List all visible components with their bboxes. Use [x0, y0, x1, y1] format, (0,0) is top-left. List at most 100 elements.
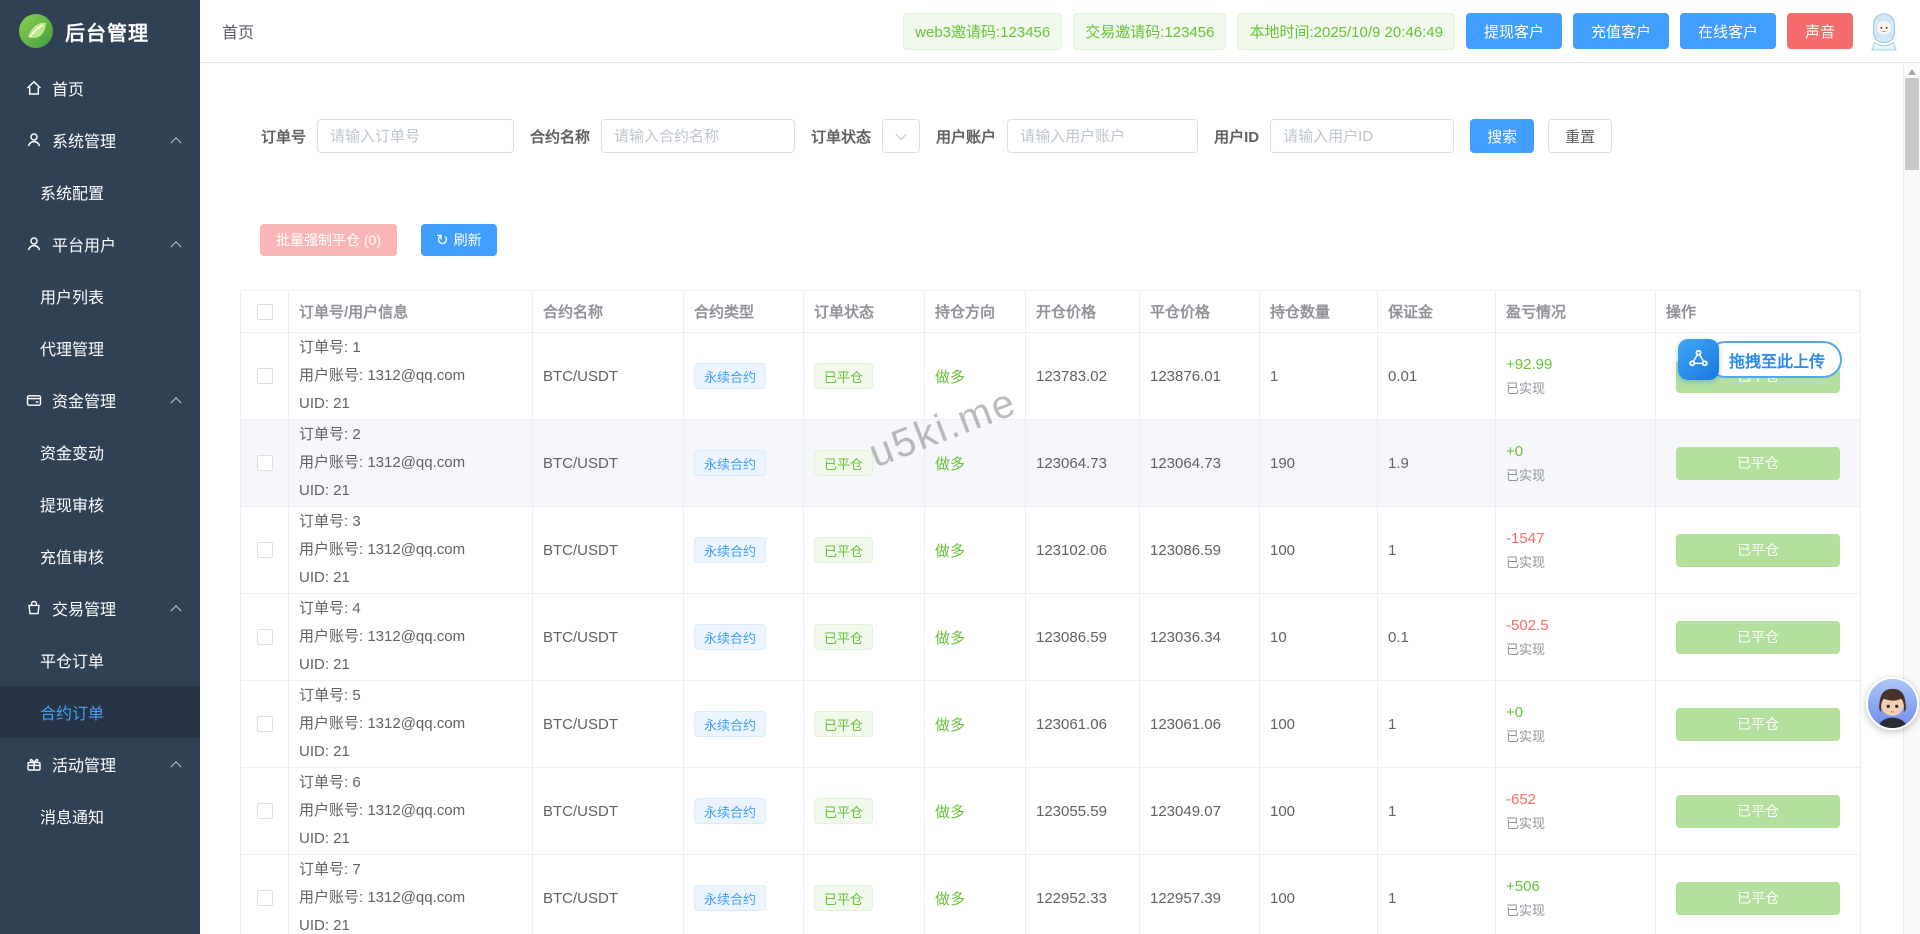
batch-force-close-button[interactable]: 批量强制平仓 (0) — [260, 224, 397, 256]
filter-label: 订单状态 — [811, 126, 871, 147]
quantity-cell: 100 — [1260, 768, 1378, 854]
row-checkbox[interactable] — [257, 629, 273, 645]
topbar-button[interactable]: 在线客户 — [1680, 13, 1776, 49]
user-id-input[interactable] — [1270, 119, 1454, 153]
row-checkbox[interactable] — [257, 368, 273, 384]
operation-cell: 已平仓 — [1656, 594, 1860, 680]
pnl-cell: -1547 已实现 — [1496, 507, 1656, 593]
contract-type-cell: 永续合约 — [684, 681, 804, 767]
order-status-select[interactable] — [882, 119, 920, 153]
close-position-button[interactable]: 已平仓 — [1676, 708, 1840, 741]
contract-type-tag: 永续合约 — [694, 450, 766, 476]
topbar-right: web3邀请码:123456 交易邀请码:123456 本地时间:2025/10… — [903, 10, 1910, 52]
operation-cell: 已平仓 — [1656, 681, 1860, 767]
sidebar-item[interactable]: 资金变动 — [0, 426, 200, 478]
order-status-cell: 已平仓 — [804, 333, 925, 419]
order-status-tag: 已平仓 — [814, 798, 873, 824]
user-account-input[interactable] — [1007, 119, 1198, 153]
close-position-button[interactable]: 已平仓 — [1676, 882, 1840, 915]
row-checkbox[interactable] — [257, 542, 273, 558]
sidebar-item-icon — [24, 235, 43, 254]
sidebar-item[interactable]: 活动管理 — [0, 738, 200, 790]
contract-type-tag: 永续合约 — [694, 624, 766, 650]
sidebar-item[interactable]: 平仓订单 — [0, 634, 200, 686]
topbar-button[interactable]: 声音 — [1787, 13, 1853, 49]
pnl-realized-label: 已实现 — [1506, 726, 1545, 745]
sidebar-item[interactable]: 资金管理 — [0, 374, 200, 426]
drop-upload-overlay[interactable]: 拖拽至此上传 — [1678, 339, 1842, 380]
close-price-cell: 123086.59 — [1140, 507, 1260, 593]
open-price-cell: 123061.06 — [1026, 681, 1140, 767]
sidebar-item[interactable]: 消息通知 — [0, 790, 200, 842]
row-checkbox[interactable] — [257, 716, 273, 732]
sidebar-item-label: 平台用户 — [52, 232, 116, 256]
sidebar-item[interactable]: 交易管理 — [0, 582, 200, 634]
direction-cell: 做多 — [925, 681, 1026, 767]
close-position-button[interactable]: 已平仓 — [1676, 534, 1840, 567]
close-position-button[interactable]: 已平仓 — [1676, 621, 1840, 654]
user-account: 用户账号: 1312@qq.com — [299, 710, 465, 738]
column-header: 开仓价格 — [1026, 291, 1140, 332]
breadcrumb[interactable]: 首页 — [222, 19, 254, 43]
user-avatar[interactable] — [1868, 10, 1902, 52]
order-status-cell: 已平仓 — [804, 420, 925, 506]
sidebar-item[interactable]: 充值审核 — [0, 530, 200, 582]
info-badge: web3邀请码:123456 — [903, 13, 1062, 50]
scrollbar-up-arrow-icon[interactable] — [1908, 69, 1916, 75]
refresh-icon: ↻ — [436, 233, 449, 248]
row-checkbox[interactable] — [257, 455, 273, 471]
table-row: 订单号: 7 用户账号: 1312@qq.com UID: 21 BTC/USD… — [241, 855, 1860, 934]
topbar: 首页 web3邀请码:123456 交易邀请码:123456 本地时间:2025… — [200, 0, 1920, 63]
service-avatar[interactable] — [1866, 677, 1919, 730]
column-header: 平仓价格 — [1140, 291, 1260, 332]
open-price-cell: 123102.06 — [1026, 507, 1140, 593]
sidebar-item[interactable]: 系统配置 — [0, 166, 200, 218]
close-position-button[interactable]: 已平仓 — [1676, 447, 1840, 480]
select-all-checkbox[interactable] — [257, 304, 273, 320]
sidebar-item[interactable]: 代理管理 — [0, 322, 200, 374]
sidebar-item[interactable]: 合约订单 — [0, 686, 200, 738]
close-position-button[interactable]: 已平仓 — [1676, 795, 1840, 828]
order-status-cell: 已平仓 — [804, 681, 925, 767]
row-checkbox[interactable] — [257, 890, 273, 906]
contract-name-input[interactable] — [601, 119, 795, 153]
reset-button[interactable]: 重置 — [1548, 119, 1612, 153]
topbar-button[interactable]: 充值客户 — [1573, 13, 1669, 49]
refresh-button[interactable]: ↻ 刷新 — [421, 224, 497, 256]
direction-cell: 做多 — [925, 507, 1026, 593]
margin-cell: 0.1 — [1378, 594, 1496, 680]
vertical-scrollbar[interactable] — [1903, 63, 1920, 934]
sidebar-item[interactable]: 提现审核 — [0, 478, 200, 530]
select-all-cell — [241, 291, 289, 332]
sidebar-item-label: 提现审核 — [40, 492, 104, 516]
pnl-realized-label: 已实现 — [1506, 465, 1545, 484]
user-account: 用户账号: 1312@qq.com — [299, 536, 465, 564]
sidebar-item[interactable]: 系统管理 — [0, 114, 200, 166]
filter-bar: 订单号 合约名称 订单状态 用户账户 用户ID 搜索 重置 — [261, 119, 1903, 153]
filter-label: 订单号 — [261, 126, 306, 147]
chevron-up-icon — [170, 397, 181, 408]
topbar-button[interactable]: 提现客户 — [1466, 13, 1562, 49]
order-status-cell: 已平仓 — [804, 855, 925, 934]
sidebar-item[interactable]: 用户列表 — [0, 270, 200, 322]
quantity-cell: 100 — [1260, 855, 1378, 934]
quantity-cell: 100 — [1260, 507, 1378, 593]
table-row: 订单号: 4 用户账号: 1312@qq.com UID: 21 BTC/USD… — [241, 594, 1860, 681]
search-button[interactable]: 搜索 — [1470, 119, 1534, 153]
order-no-input[interactable] — [317, 119, 514, 153]
order-no: 订单号: 5 — [299, 682, 361, 710]
scrollbar-thumb[interactable] — [1905, 78, 1919, 170]
close-price-cell: 123036.34 — [1140, 594, 1260, 680]
sidebar-item[interactable]: 平台用户 — [0, 218, 200, 270]
order-status-tag: 已平仓 — [814, 885, 873, 911]
pnl-cell: +0 已实现 — [1496, 420, 1656, 506]
row-checkbox[interactable] — [257, 803, 273, 819]
info-badge: 交易邀请码:123456 — [1073, 13, 1226, 50]
sidebar-item-label: 充值审核 — [40, 544, 104, 568]
table-row: 订单号: 6 用户账号: 1312@qq.com UID: 21 BTC/USD… — [241, 768, 1860, 855]
sidebar-item-icon — [24, 79, 43, 98]
sidebar-item-label: 用户列表 — [40, 284, 104, 308]
sidebar-item[interactable]: 首页 — [0, 62, 200, 114]
share-upload-icon — [1678, 339, 1719, 380]
order-info-cell: 订单号: 5 用户账号: 1312@qq.com UID: 21 — [289, 681, 533, 767]
